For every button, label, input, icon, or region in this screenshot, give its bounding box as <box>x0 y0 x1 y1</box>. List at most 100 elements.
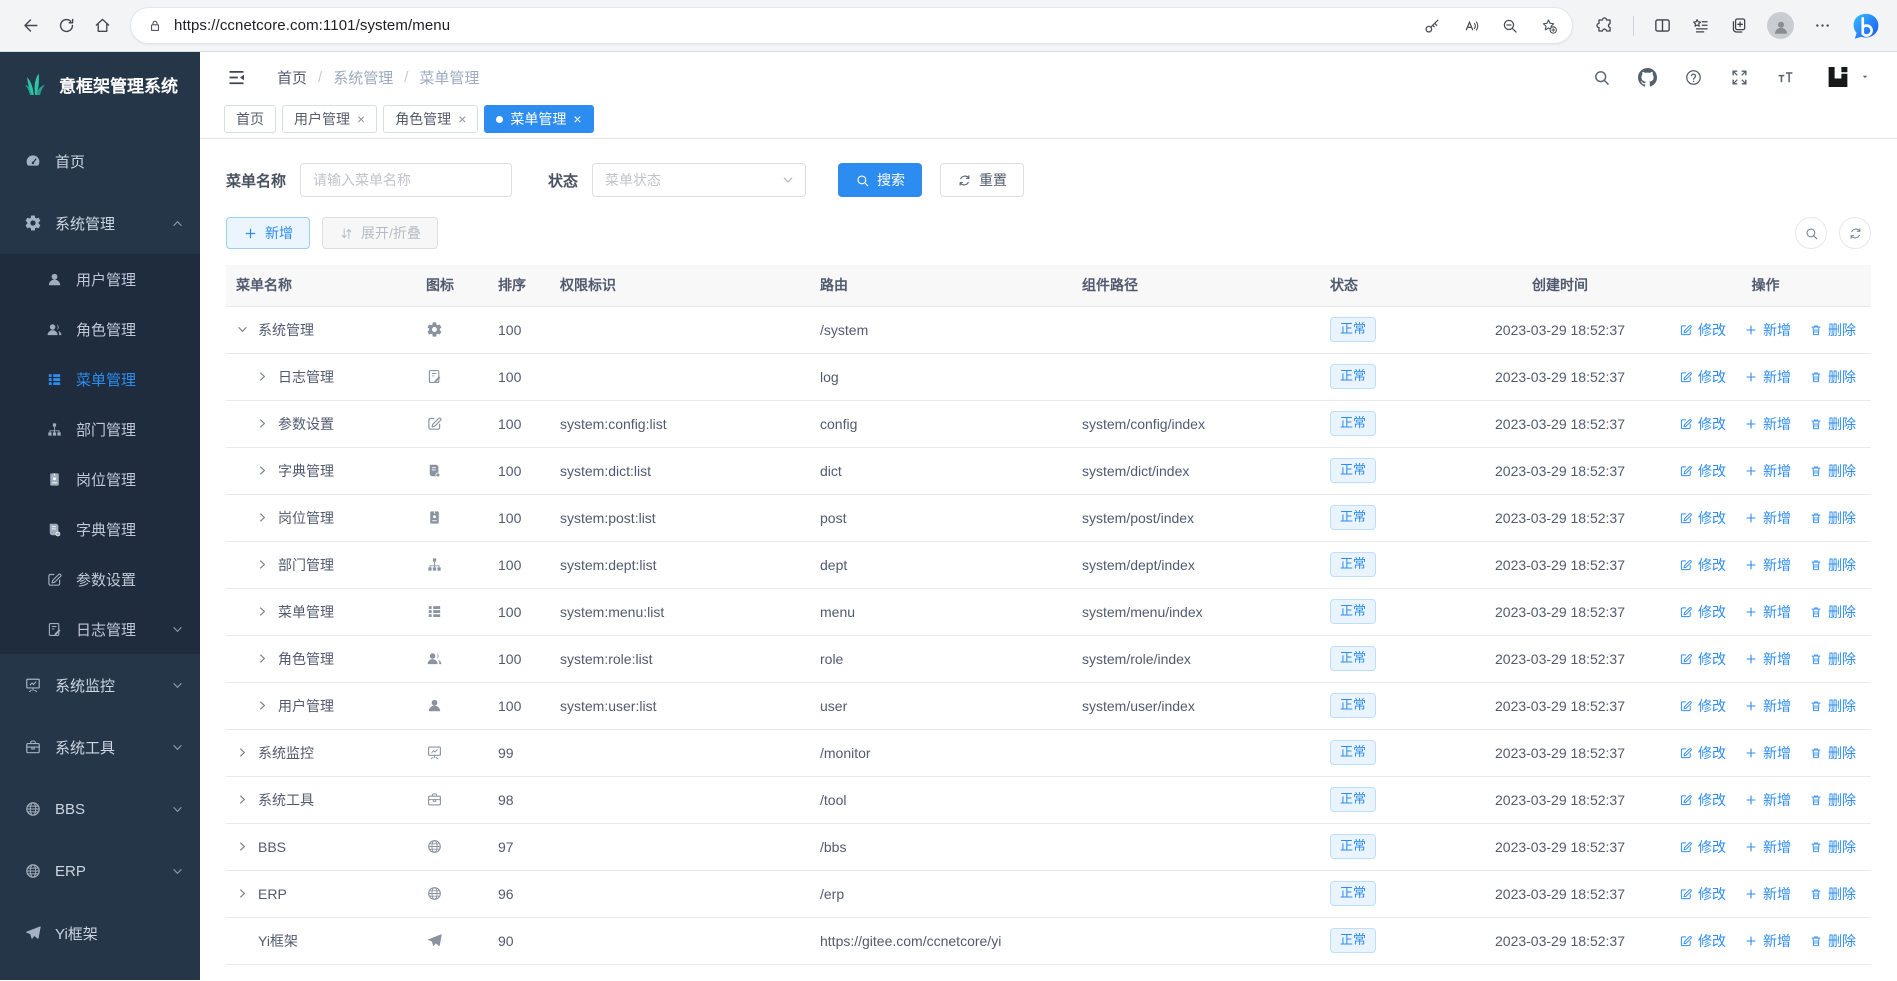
delete-link[interactable]: 删除 <box>1809 696 1856 716</box>
add-link[interactable]: 新增 <box>1744 649 1791 669</box>
read-aloud-icon[interactable] <box>1462 17 1480 35</box>
add-link[interactable]: 新增 <box>1744 602 1791 622</box>
delete-link[interactable]: 删除 <box>1809 790 1856 810</box>
add-link[interactable]: 新增 <box>1744 790 1791 810</box>
reset-button[interactable]: 重置 <box>940 163 1025 197</box>
browser-refresh-button[interactable] <box>48 8 84 44</box>
add-link[interactable]: 新增 <box>1744 696 1791 716</box>
edit-link[interactable]: 修改 <box>1679 367 1726 387</box>
chevron-right-icon[interactable] <box>236 840 249 853</box>
delete-link[interactable]: 删除 <box>1809 602 1856 622</box>
add-link[interactable]: 新增 <box>1744 461 1791 481</box>
tab-close-icon[interactable]: × <box>357 112 365 126</box>
tab-菜单管理[interactable]: 菜单管理 × <box>484 105 594 133</box>
delete-link[interactable]: 删除 <box>1809 414 1856 434</box>
tab-close-icon[interactable]: × <box>458 112 466 126</box>
chevron-right-icon[interactable] <box>256 605 269 618</box>
collections-icon[interactable] <box>1691 16 1710 35</box>
more-icon[interactable] <box>1813 16 1832 35</box>
delete-link[interactable]: 删除 <box>1809 320 1856 340</box>
split-screen-icon[interactable] <box>1653 16 1672 35</box>
sidebar-item-monitor[interactable]: 系统监控 <box>0 654 200 716</box>
edit-link[interactable]: 修改 <box>1679 696 1726 716</box>
sidebar-item-home[interactable]: 首页 <box>0 130 200 192</box>
status-select[interactable]: 菜单状态 <box>592 163 807 197</box>
edit-link[interactable]: 修改 <box>1679 602 1726 622</box>
chevron-right-icon[interactable] <box>256 558 269 571</box>
edit-link[interactable]: 修改 <box>1679 743 1726 763</box>
add-link[interactable]: 新增 <box>1744 320 1791 340</box>
tab-角色管理[interactable]: 角色管理 × <box>383 105 479 133</box>
expand-collapse-button[interactable]: 展开/折叠 <box>322 217 438 249</box>
font-size-icon[interactable] <box>1776 68 1795 87</box>
chevron-right-icon[interactable] <box>236 793 249 806</box>
sidebar-toggle[interactable] <box>226 67 247 88</box>
add-button[interactable]: 新增 <box>226 217 310 249</box>
sidebar-subitem-config[interactable]: 参数设置 <box>0 554 200 604</box>
chevron-right-icon[interactable] <box>256 417 269 430</box>
chevron-right-icon[interactable] <box>256 699 269 712</box>
extensions-icon[interactable] <box>1595 16 1614 35</box>
search-button[interactable]: 搜索 <box>838 163 923 197</box>
user-avatar-logo[interactable] <box>1823 62 1853 92</box>
delete-link[interactable]: 删除 <box>1809 555 1856 575</box>
delete-link[interactable]: 删除 <box>1809 884 1856 904</box>
delete-link[interactable]: 删除 <box>1809 461 1856 481</box>
tab-首页[interactable]: 首页 <box>224 105 276 133</box>
edit-link[interactable]: 修改 <box>1679 649 1726 669</box>
edit-link[interactable]: 修改 <box>1679 837 1726 857</box>
sidebar-item-system[interactable]: 系统管理 <box>0 192 200 254</box>
add-link[interactable]: 新增 <box>1744 837 1791 857</box>
favorite-add-icon[interactable] <box>1540 17 1558 35</box>
menu-name-input[interactable] <box>300 163 513 197</box>
add-link[interactable]: 新增 <box>1744 884 1791 904</box>
edit-link[interactable]: 修改 <box>1679 461 1726 481</box>
sidebar-subitem-user[interactable]: 用户管理 <box>0 254 200 304</box>
tab-用户管理[interactable]: 用户管理 × <box>282 105 378 133</box>
address-bar[interactable]: https://ccnetcore.com:1101/system/menu <box>130 7 1573 44</box>
profile-avatar[interactable] <box>1767 12 1794 39</box>
bing-button[interactable] <box>1851 11 1881 41</box>
chevron-right-icon[interactable] <box>256 370 269 383</box>
table-search-button[interactable] <box>1795 217 1827 249</box>
delete-link[interactable]: 删除 <box>1809 743 1856 763</box>
edit-link[interactable]: 修改 <box>1679 555 1726 575</box>
chevron-right-icon[interactable] <box>256 464 269 477</box>
delete-link[interactable]: 删除 <box>1809 931 1856 951</box>
add-link[interactable]: 新增 <box>1744 931 1791 951</box>
tabs-icon[interactable] <box>1729 16 1748 35</box>
sidebar-subitem-post[interactable]: 岗位管理 <box>0 454 200 504</box>
sidebar-subitem-dict[interactable]: 字典管理 <box>0 504 200 554</box>
add-link[interactable]: 新增 <box>1744 414 1791 434</box>
breadcrumb-item[interactable]: 首页 <box>277 67 307 88</box>
search-icon[interactable] <box>1592 68 1611 87</box>
sidebar-subitem-log[interactable]: 日志管理 <box>0 604 200 654</box>
sidebar-subitem-dept[interactable]: 部门管理 <box>0 404 200 454</box>
edit-link[interactable]: 修改 <box>1679 931 1726 951</box>
help-icon[interactable] <box>1684 68 1703 87</box>
chevron-right-icon[interactable] <box>236 746 249 759</box>
tab-close-icon[interactable]: × <box>573 112 581 126</box>
edit-link[interactable]: 修改 <box>1679 414 1726 434</box>
edit-link[interactable]: 修改 <box>1679 884 1726 904</box>
sidebar-item-erp[interactable]: ERP <box>0 840 200 902</box>
delete-link[interactable]: 删除 <box>1809 508 1856 528</box>
add-link[interactable]: 新增 <box>1744 508 1791 528</box>
chevron-down-icon[interactable] <box>236 323 249 336</box>
delete-link[interactable]: 删除 <box>1809 367 1856 387</box>
chevron-right-icon[interactable] <box>236 887 249 900</box>
url-text[interactable]: https://ccnetcore.com:1101/system/menu <box>174 17 1423 34</box>
sidebar-item-tool[interactable]: 系统工具 <box>0 716 200 778</box>
sidebar-item-yi[interactable]: Yi框架 <box>0 902 200 964</box>
edit-link[interactable]: 修改 <box>1679 320 1726 340</box>
fullscreen-icon[interactable] <box>1730 68 1749 87</box>
github-icon[interactable] <box>1638 68 1657 87</box>
sidebar-item-bbs[interactable]: BBS <box>0 778 200 840</box>
browser-back-button[interactable] <box>12 8 48 44</box>
caret-down-icon[interactable] <box>1859 71 1871 83</box>
sidebar-subitem-menu[interactable]: 菜单管理 <box>0 354 200 404</box>
add-link[interactable]: 新增 <box>1744 555 1791 575</box>
delete-link[interactable]: 删除 <box>1809 649 1856 669</box>
breadcrumb-item[interactable]: 菜单管理 <box>419 67 479 88</box>
chevron-right-icon[interactable] <box>256 511 269 524</box>
